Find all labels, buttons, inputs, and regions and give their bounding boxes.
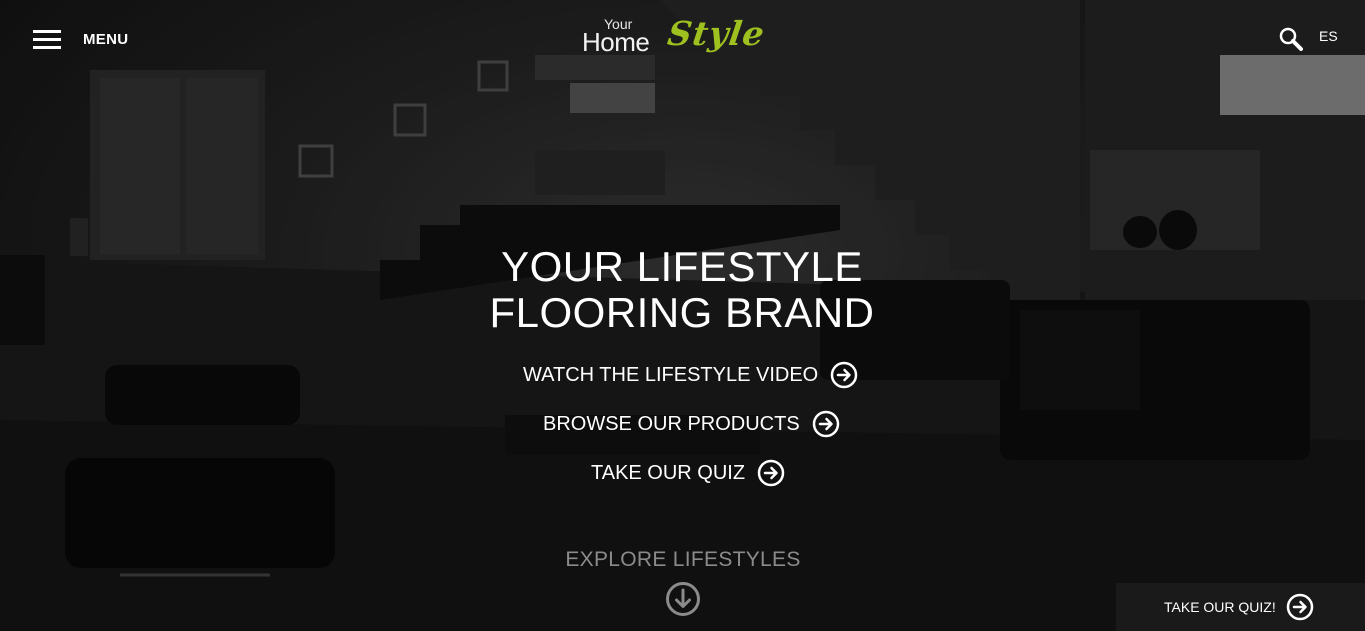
logo[interactable]: Your Home Style [580,14,785,60]
browse-products-label: BROWSE OUR PRODUCTS [543,412,800,435]
take-quiz-bar-button[interactable]: TAKE OUR QUIZ! [1116,583,1365,631]
take-quiz-bar-label: TAKE OUR QUIZ! [1164,599,1276,615]
take-quiz-link[interactable]: TAKE OUR QUIZ [591,459,785,487]
arrow-right-circle-icon [757,459,785,487]
menu-button[interactable]: MENU [33,29,128,49]
logo-style: Style [665,14,768,53]
hero-section: MENU Your Home Style ES YOUR LIFESTYLE F… [0,0,1365,631]
arrow-right-circle-icon [830,361,858,389]
headline-line-1: YOUR LIFESTYLE [501,243,863,290]
language-switch[interactable]: ES [1319,28,1338,44]
arrow-right-circle-icon [1286,593,1313,621]
watch-video-label: WATCH THE LIFESTYLE VIDEO [523,363,819,386]
menu-label: MENU [83,30,129,48]
arrow-right-circle-icon [812,410,839,438]
hamburger-icon [33,29,61,49]
hero-headline: YOUR LIFESTYLE FLOORING BRAND [382,244,982,336]
logo-home: Home [582,27,650,57]
take-quiz-label: TAKE OUR QUIZ [591,461,746,484]
browse-products-link[interactable]: BROWSE OUR PRODUCTS [543,410,840,438]
explore-lifestyles-label: EXPLORE LIFESTYLES [565,548,801,571]
watch-video-link[interactable]: WATCH THE LIFESTYLE VIDEO [523,361,858,389]
headline-line-2: FLOORING BRAND [489,289,875,336]
search-icon[interactable] [1279,27,1303,51]
arrow-down-circle-icon[interactable] [665,581,701,617]
